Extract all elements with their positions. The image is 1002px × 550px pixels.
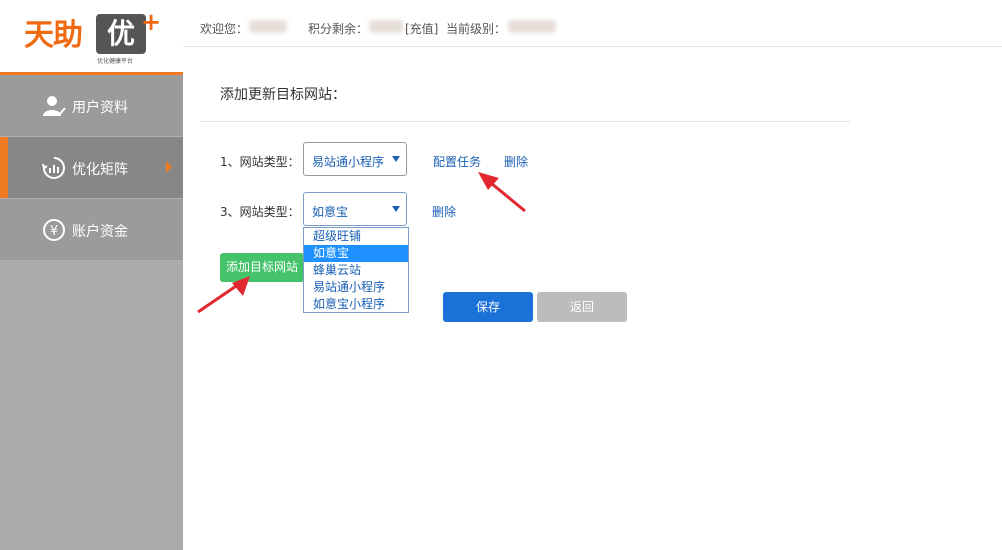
arrow-to-add-button-icon	[197, 276, 250, 314]
annotation-arrows	[197, 172, 526, 314]
arrow-to-config-icon	[478, 172, 526, 213]
